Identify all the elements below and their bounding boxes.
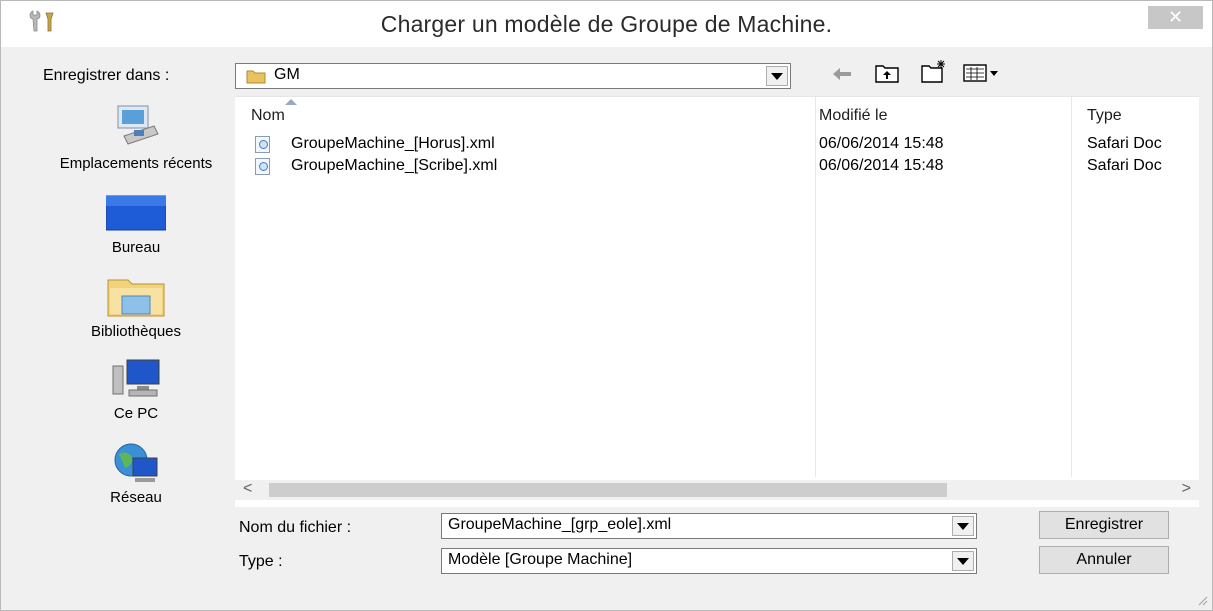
place-network-label: Réseau [110, 489, 162, 506]
column-header-type[interactable]: Type [1087, 107, 1122, 125]
place-libraries-label: Bibliothèques [90, 323, 182, 340]
save-in-value: GM [274, 66, 300, 83]
filetype-combo[interactable]: Modèle [Groupe Machine] [441, 548, 977, 574]
place-computer[interactable]: Ce PC [41, 358, 231, 422]
sort-ascending-icon [285, 99, 297, 105]
filename-input[interactable]: GroupeMachine_[grp_eole].xml [448, 516, 671, 534]
save-in-label: Enregistrer dans : [43, 67, 170, 84]
filename-dropdown-button[interactable] [952, 516, 974, 536]
dialog-window: Charger un modèle de Groupe de Machine. … [0, 0, 1213, 611]
desktop-icon [105, 195, 167, 231]
save-in-combo[interactable]: GM [235, 63, 791, 89]
place-desktop[interactable]: Bureau [41, 194, 231, 256]
file-type: Safari Doc [1087, 135, 1162, 152]
horizontal-scrollbar[interactable]: < > [235, 480, 1199, 500]
chevron-down-icon [771, 72, 783, 80]
table-row[interactable]: GroupeMachine_[Scribe].xml 06/06/2014 15… [235, 157, 1199, 179]
recent-places-icon [117, 105, 159, 145]
filetype-value: Modèle [Groupe Machine] [448, 551, 633, 568]
file-type: Safari Doc [1087, 157, 1162, 174]
chevron-down-icon [957, 557, 969, 565]
close-button[interactable]: ✕ [1148, 6, 1203, 29]
place-desktop-label: Bureau [111, 239, 161, 256]
file-name: GroupeMachine_[Horus].xml [291, 135, 495, 152]
view-menu-icon[interactable] [963, 63, 1003, 83]
new-folder-icon[interactable] [921, 59, 947, 83]
xml-file-icon [255, 136, 270, 153]
place-network[interactable]: Réseau [41, 442, 231, 506]
window-title: Charger un modèle de Groupe de Machine. [380, 11, 833, 37]
computer-icon [112, 359, 160, 397]
filename-combo[interactable]: GroupeMachine_[grp_eole].xml [441, 513, 977, 539]
save-in-dropdown-button[interactable] [766, 66, 788, 86]
file-modified: 06/06/2014 15:48 [819, 157, 944, 174]
chevron-down-icon [957, 522, 969, 530]
column-header-name[interactable]: Nom [251, 107, 285, 125]
filename-label: Nom du fichier : [239, 519, 352, 536]
file-modified: 06/06/2014 15:48 [819, 135, 944, 152]
table-row[interactable]: GroupeMachine_[Horus].xml 06/06/2014 15:… [235, 135, 1199, 157]
close-icon: ✕ [1167, 7, 1184, 27]
file-list[interactable]: Nom Modifié le Type GroupeMachine_[Horus… [235, 96, 1199, 507]
network-icon [114, 443, 158, 482]
column-header-modified[interactable]: Modifié le [819, 107, 887, 125]
place-computer-label: Ce PC [113, 405, 159, 422]
place-recent[interactable]: Emplacements récents [41, 102, 231, 172]
filetype-dropdown-button[interactable] [952, 551, 974, 571]
title-bar: Charger un modèle de Groupe de Machine. … [1, 1, 1212, 47]
scroll-left-icon[interactable]: < [243, 480, 252, 498]
resize-grip-icon[interactable] [1198, 596, 1208, 606]
scroll-right-icon[interactable]: > [1182, 480, 1191, 498]
back-arrow-icon[interactable] [831, 65, 853, 83]
scrollbar-thumb[interactable] [269, 483, 947, 497]
places-bar: Emplacements récents Bureau Bibliothèque… [41, 96, 231, 506]
xml-file-icon [255, 158, 270, 175]
filetype-label: Type : [239, 553, 283, 570]
libraries-icon [107, 279, 165, 317]
up-folder-icon[interactable] [875, 63, 899, 83]
folder-icon [246, 70, 266, 84]
place-libraries[interactable]: Bibliothèques [41, 274, 231, 340]
file-name: GroupeMachine_[Scribe].xml [291, 157, 498, 174]
save-button[interactable]: Enregistrer [1039, 511, 1169, 539]
place-recent-label: Emplacements récents [59, 155, 213, 172]
cancel-button[interactable]: Annuler [1039, 546, 1169, 574]
